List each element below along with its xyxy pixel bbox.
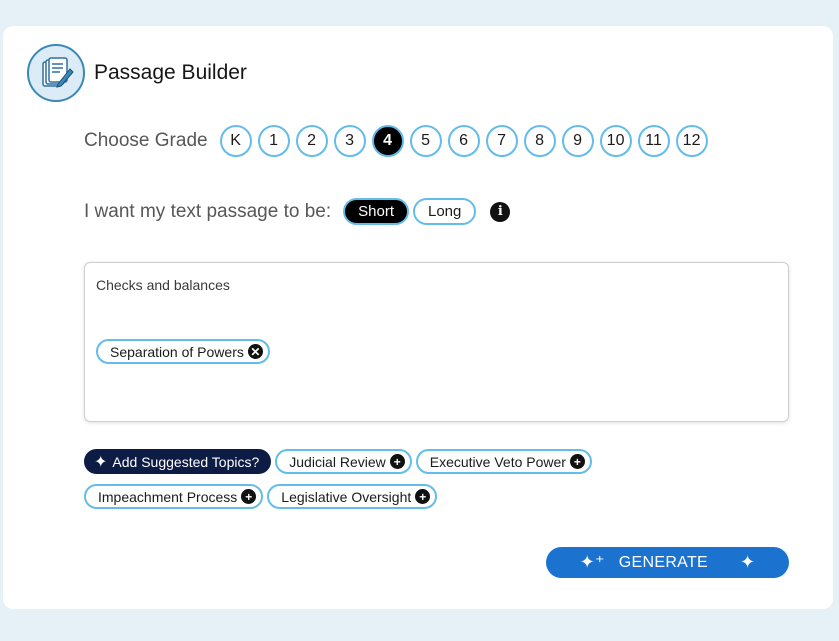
suggested-topic-judicial-review[interactable]: Judicial Review + bbox=[275, 449, 412, 474]
grade-option-k[interactable]: K bbox=[219, 125, 252, 157]
notebook-pencil-icon bbox=[27, 44, 85, 102]
grade-label: Choose Grade bbox=[84, 130, 208, 151]
add-icon: + bbox=[241, 489, 257, 504]
generate-label: GENERATE bbox=[618, 553, 709, 571]
grade-option-4[interactable]: 4 bbox=[371, 125, 404, 157]
length-label: I want my text passage to be: bbox=[84, 200, 332, 222]
suggested-topics-row-2: Impeachment Process + Legislative Oversi… bbox=[84, 484, 441, 509]
suggested-topic-legislative-oversight[interactable]: Legislative Oversight + bbox=[267, 484, 438, 509]
grade-option-2[interactable]: 2 bbox=[295, 125, 328, 157]
grade-option-11[interactable]: 11 bbox=[637, 125, 670, 157]
add-suggested-topics-button[interactable]: ✦ Add Suggested Topics? bbox=[84, 449, 272, 474]
suggested-topic-label: Legislative Oversight bbox=[281, 488, 412, 505]
topic-input[interactable]: Checks and balances Separation of Powers… bbox=[84, 262, 789, 422]
suggested-topic-label: Judicial Review bbox=[289, 453, 386, 470]
remove-icon[interactable]: ✕ bbox=[247, 344, 263, 359]
grade-option-10[interactable]: 10 bbox=[599, 125, 632, 157]
grade-option-1[interactable]: 1 bbox=[257, 125, 290, 157]
info-icon[interactable]: i bbox=[490, 201, 511, 222]
add-icon: + bbox=[415, 489, 431, 504]
grade-option-9[interactable]: 9 bbox=[561, 125, 594, 157]
suggested-topic-label: Executive Veto Power bbox=[429, 453, 566, 470]
grade-option-12[interactable]: 12 bbox=[675, 125, 708, 157]
grade-option-7[interactable]: 7 bbox=[485, 125, 518, 157]
add-icon: + bbox=[569, 454, 585, 469]
grade-option-6[interactable]: 6 bbox=[447, 125, 480, 157]
add-suggested-topics-label: Add Suggested Topics? bbox=[112, 453, 260, 470]
sparkle-icon: ✦ bbox=[94, 453, 108, 471]
length-selector: I want my text passage to be: Short Long… bbox=[84, 198, 511, 225]
add-icon: + bbox=[389, 454, 405, 469]
sparkle-icon: ✦ bbox=[740, 552, 756, 572]
app-title: Passage Builder bbox=[94, 61, 247, 84]
topic-chip-label: Separation of Powers bbox=[110, 343, 244, 360]
grade-option-8[interactable]: 8 bbox=[523, 125, 556, 157]
suggested-topic-label: Impeachment Process bbox=[98, 488, 238, 505]
suggested-topic-impeachment-process[interactable]: Impeachment Process + bbox=[84, 484, 264, 509]
grade-option-3[interactable]: 3 bbox=[333, 125, 366, 157]
suggested-topic-executive-veto-power[interactable]: Executive Veto Power + bbox=[415, 449, 592, 474]
grade-option-5[interactable]: 5 bbox=[409, 125, 442, 157]
grade-selector: Choose Grade K 1 2 3 4 5 6 7 8 9 10 11 1… bbox=[84, 125, 708, 157]
length-option-short[interactable]: Short bbox=[343, 198, 409, 225]
length-option-long[interactable]: Long bbox=[413, 198, 477, 225]
sparkles-icon: ✦⁺ bbox=[579, 552, 605, 572]
topic-chip-separation-of-powers: Separation of Powers ✕ bbox=[96, 339, 270, 364]
header: Passage Builder bbox=[27, 44, 247, 102]
topic-input-text: Checks and balances bbox=[96, 277, 230, 293]
suggested-topics-row: ✦ Add Suggested Topics? Judicial Review … bbox=[84, 449, 596, 474]
generate-button[interactable]: ✦⁺ GENERATE ✦ bbox=[546, 547, 789, 578]
